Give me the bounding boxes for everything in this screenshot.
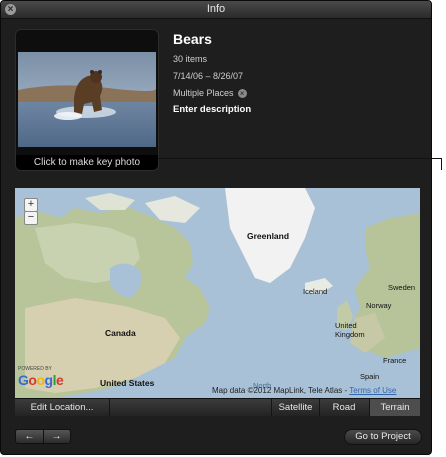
album-name[interactable]: Bears [173,31,413,47]
map-toolbar: Edit Location... Satellite Road Terrain [15,398,420,416]
album-info: Bears 30 items 7/14/06 – 8/26/07 Multipl… [173,31,413,121]
map-terrain [15,188,420,398]
label-united-states: United States [100,378,155,388]
attribution-text: Map data ©2012 MapLink, Tele Atlas - [212,386,350,395]
satellite-button[interactable]: Satellite [271,399,320,416]
clear-places-icon[interactable]: × [237,89,247,99]
places-label: Multiple Places [173,88,234,98]
label-spain: Spain [360,372,380,381]
terms-of-use-link[interactable]: Terms of Use [349,386,396,395]
title-bar[interactable]: × Info [1,1,431,19]
road-button[interactable]: Road [319,399,370,416]
description-field[interactable]: Enter description [173,104,413,121]
label-iceland: Iceland [303,287,328,296]
terrain-button[interactable]: Terrain [370,399,420,416]
key-photo-frame[interactable]: Click to make key photo [15,29,159,171]
arrow-right-icon[interactable]: → [43,430,70,443]
map-view[interactable]: + − Greenland Iceland Canada United Stat… [15,188,420,398]
label-sweden: Sweden [388,283,416,292]
label-canada: Canada [105,328,136,338]
zoom-in-button[interactable]: + [24,198,38,212]
label-greenland: Greenland [247,231,290,241]
google-logo[interactable]: Google [18,372,64,388]
label-norway: Norway [366,301,392,310]
map-attribution: Map data ©2012 MapLink, Tele Atlas - Ter… [212,386,396,395]
callout-tick [441,158,442,170]
label-france: France [383,356,407,365]
places-row: Multiple Places × [173,87,413,104]
go-to-project-button[interactable]: Go to Project [344,429,422,445]
make-key-photo-button[interactable]: Click to make key photo [16,155,158,170]
window-title: Info [206,3,226,15]
info-window: × Info Click to make key photo Bears 30 … [0,0,432,455]
key-photo [18,52,156,147]
edit-location-button[interactable]: Edit Location... [15,399,110,416]
item-count: 30 items [173,54,208,64]
date-range: 7/14/06 – 8/26/07 [173,71,244,81]
label-united-kingdom: United Kingdom [335,321,365,339]
nav-arrows: ← → [15,429,71,444]
callout-line [158,158,442,159]
arrow-left-icon[interactable]: ← [16,430,44,443]
zoom-out-button[interactable]: − [24,211,38,225]
